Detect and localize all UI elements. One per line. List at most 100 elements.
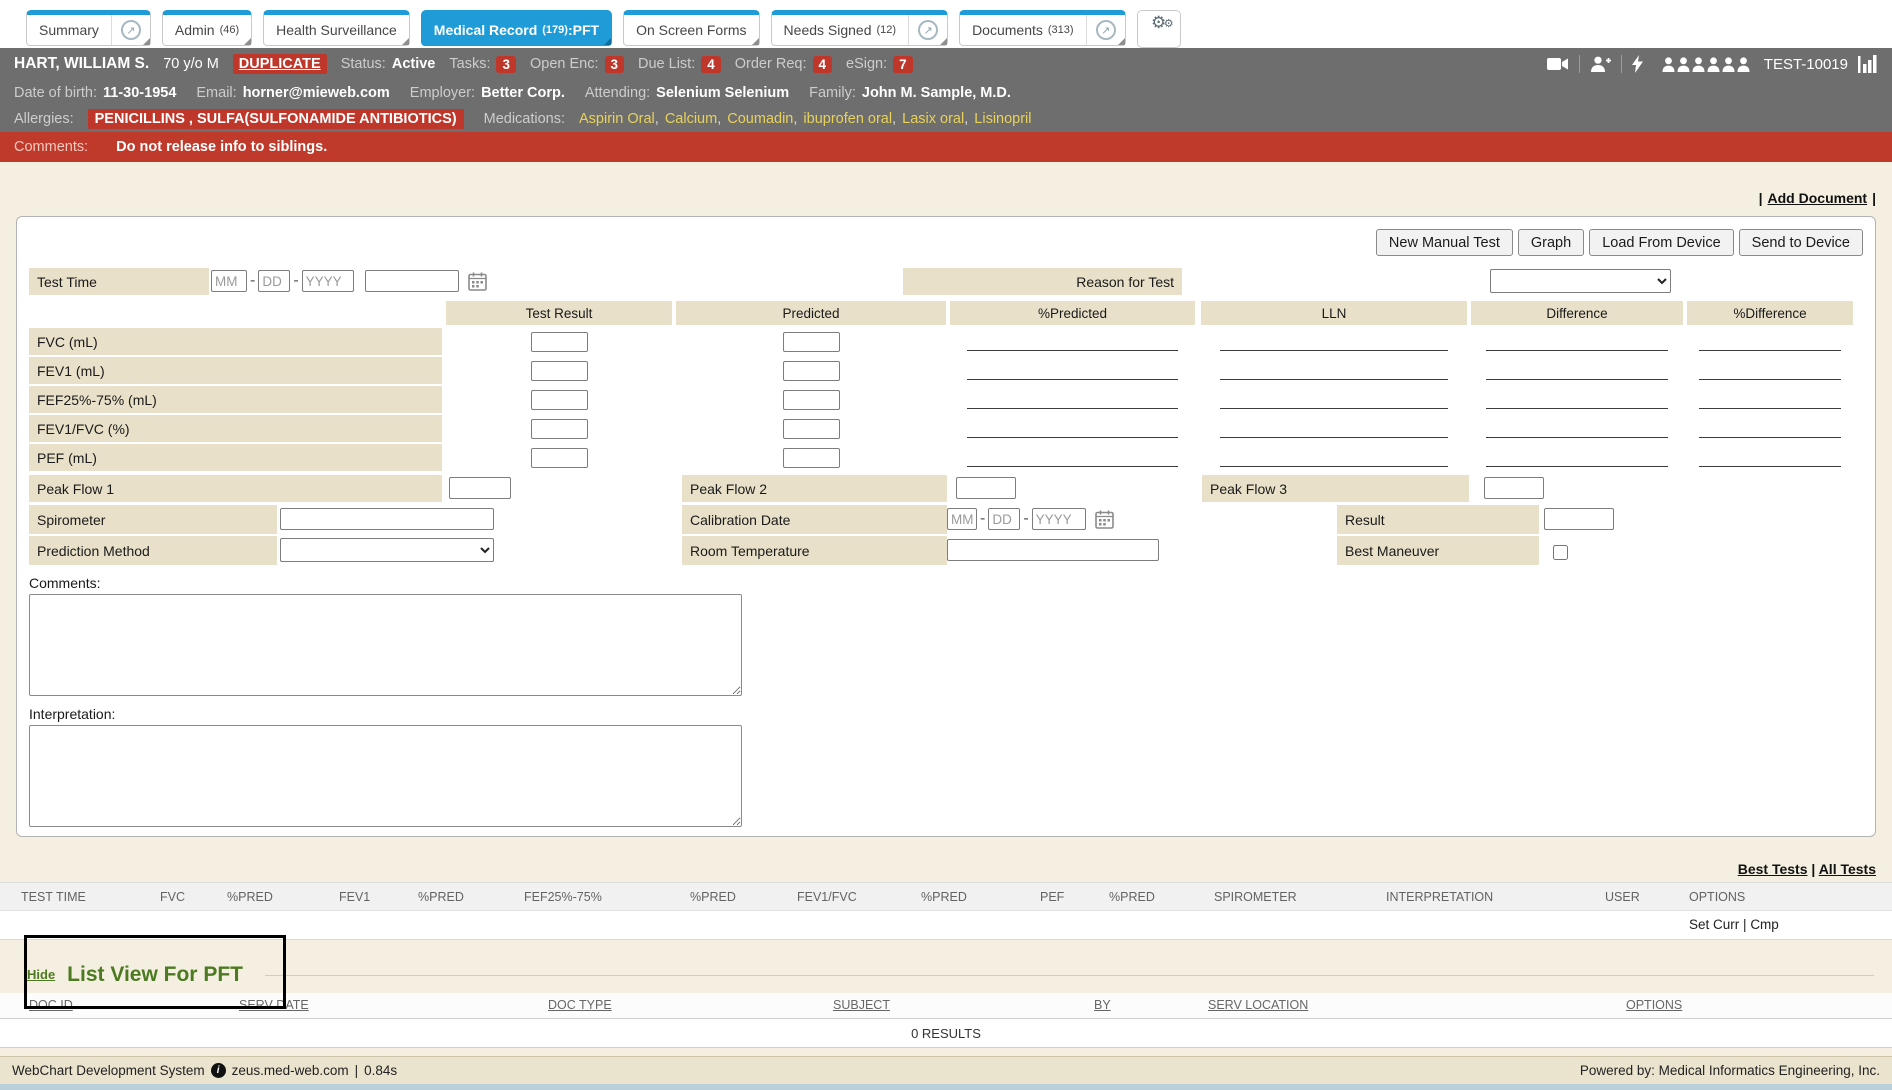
- col-subject[interactable]: SUBJECT: [833, 998, 890, 1012]
- best-tests-link[interactable]: Best Tests: [1738, 861, 1808, 877]
- col-doc-type[interactable]: DOC TYPE: [548, 998, 612, 1012]
- pef-predicted-input[interactable]: [783, 448, 840, 468]
- open-enc-count-badge[interactable]: 3: [605, 56, 625, 73]
- interpretation-textarea[interactable]: [29, 725, 742, 827]
- test-time-month-input[interactable]: [211, 270, 247, 292]
- fef-test-result-input[interactable]: [531, 390, 588, 410]
- order-req-count-badge[interactable]: 4: [813, 56, 833, 73]
- fev1-fvc-percent-difference-value: [1699, 419, 1842, 438]
- best-maneuver-label: Best Maneuver: [1337, 536, 1539, 565]
- cmp-link[interactable]: Cmp: [1750, 917, 1779, 932]
- result-input[interactable]: [1544, 508, 1614, 530]
- calibration-year-input[interactable]: [1032, 508, 1086, 530]
- calendar-icon[interactable]: [1095, 510, 1114, 529]
- pef-test-result-input[interactable]: [531, 448, 588, 468]
- calibration-day-input[interactable]: [988, 508, 1020, 530]
- due-list-count-badge[interactable]: 4: [701, 56, 721, 73]
- user-icon: [1737, 57, 1750, 72]
- col-serv-date[interactable]: SERV DATE: [239, 998, 309, 1012]
- summary-popout-button[interactable]: ↗: [111, 15, 150, 45]
- send-to-device-button[interactable]: Send to Device: [1739, 229, 1863, 256]
- medication-link[interactable]: Lisinopril: [974, 111, 1031, 127]
- tab-on-screen-forms[interactable]: On Screen Forms: [623, 10, 759, 46]
- fvc-test-result-input[interactable]: [531, 332, 588, 352]
- fev1-test-result-input[interactable]: [531, 361, 588, 381]
- col-pef: PEF: [1040, 890, 1064, 904]
- duplicate-badge[interactable]: DUPLICATE: [233, 54, 327, 74]
- fev1-fvc-predicted-input[interactable]: [783, 419, 840, 439]
- tab-admin[interactable]: Admin (46): [162, 10, 252, 46]
- info-icon[interactable]: i: [211, 1063, 226, 1078]
- room-temperature-label: Room Temperature: [682, 536, 947, 565]
- needs-signed-popout-button[interactable]: ↗: [908, 15, 947, 45]
- popout-icon: ↗: [121, 20, 141, 40]
- fef-predicted-input[interactable]: [783, 390, 840, 410]
- calibration-month-input[interactable]: [947, 508, 977, 530]
- peak-flow-1-input[interactable]: [449, 477, 511, 499]
- calendar-icon[interactable]: [468, 272, 487, 291]
- settings-gear-button[interactable]: ⚙ ⚙: [1137, 10, 1181, 48]
- column-header: %Predicted: [950, 301, 1195, 325]
- spirometer-row: Spirometer Calibration Date - - Result: [29, 505, 1863, 534]
- column-header: Difference: [1471, 301, 1683, 325]
- medication-link[interactable]: Lasix oral: [902, 111, 964, 127]
- tab-count: (46): [220, 24, 240, 36]
- esign-count-badge[interactable]: 7: [893, 56, 913, 73]
- col-doc-options[interactable]: OPTIONS: [1626, 998, 1682, 1012]
- col-fev1-fvc: FEV1/FVC: [797, 890, 857, 904]
- documents-popout-button[interactable]: ↗: [1086, 15, 1125, 45]
- dob-label: Date of birth:: [14, 85, 97, 101]
- add-document-link[interactable]: Add Document: [1768, 190, 1868, 206]
- peak-flow-2-input[interactable]: [956, 477, 1016, 499]
- bar-chart-icon[interactable]: [1858, 55, 1878, 73]
- new-manual-test-button[interactable]: New Manual Test: [1376, 229, 1513, 256]
- active-users-icons[interactable]: [1662, 57, 1750, 72]
- fev1-predicted-input[interactable]: [783, 361, 840, 381]
- load-from-device-button[interactable]: Load From Device: [1589, 229, 1733, 256]
- fev1-fvc-test-result-input[interactable]: [531, 419, 588, 439]
- test-time-time-input[interactable]: [365, 270, 459, 292]
- best-maneuver-checkbox[interactable]: [1553, 545, 1568, 560]
- set-curr-link[interactable]: Set Curr: [1689, 917, 1739, 932]
- tab-documents[interactable]: Documents (313) ↗: [959, 10, 1126, 46]
- test-time-day-input[interactable]: [258, 270, 290, 292]
- tab-health-surveillance[interactable]: Health Surveillance: [263, 10, 410, 46]
- video-camera-icon[interactable]: [1547, 57, 1569, 71]
- comments-text: Do not release info to siblings.: [116, 139, 327, 155]
- col-by[interactable]: BY: [1094, 998, 1111, 1012]
- col-doc-id[interactable]: DOC ID: [29, 998, 73, 1012]
- lightning-bolt-icon[interactable]: [1632, 55, 1644, 73]
- allergies-badge[interactable]: PENICILLINS , SULFA(SULFONAMIDE ANTIBIOT…: [88, 109, 464, 129]
- pft-toolbar: New Manual Test Graph Load From Device S…: [29, 229, 1863, 256]
- measurement-column-headers: Test Result Predicted %Predicted LLN Dif…: [29, 301, 1863, 325]
- col-fvc: FVC: [160, 890, 185, 904]
- peak-flow-3-input[interactable]: [1484, 477, 1544, 499]
- room-temperature-input[interactable]: [947, 539, 1159, 561]
- hide-list-view-link[interactable]: Hide: [27, 967, 55, 982]
- medication-link[interactable]: ibuprofen oral: [803, 111, 892, 127]
- prediction-method-select[interactable]: [280, 538, 494, 562]
- test-time-date-group: - -: [211, 270, 487, 292]
- reason-for-test-select[interactable]: [1490, 269, 1671, 293]
- test-time-year-input[interactable]: [302, 270, 354, 292]
- medication-link[interactable]: Aspirin Oral: [579, 111, 655, 127]
- tasks-count-badge[interactable]: 3: [496, 56, 516, 73]
- column-header: %Difference: [1687, 301, 1853, 325]
- tab-medical-record[interactable]: Medical Record (179) :PFT: [421, 10, 612, 46]
- spirometer-input[interactable]: [280, 508, 494, 530]
- form-comments-textarea[interactable]: [29, 594, 742, 696]
- pef-percent-difference-value: [1699, 448, 1842, 467]
- dob-value: 11-30-1954: [103, 85, 176, 101]
- tab-summary[interactable]: Summary ↗: [26, 10, 151, 46]
- medication-link[interactable]: Calcium: [665, 111, 717, 127]
- graph-button[interactable]: Graph: [1518, 229, 1584, 256]
- email-value[interactable]: horner@mieweb.com: [243, 85, 390, 101]
- fvc-predicted-input[interactable]: [783, 332, 840, 352]
- col-serv-location[interactable]: SERV LOCATION: [1208, 998, 1308, 1012]
- all-tests-link[interactable]: All Tests: [1819, 861, 1876, 877]
- medication-link[interactable]: Coumadin: [727, 111, 793, 127]
- tab-bar: Summary ↗ Admin (46) Health Surveillance…: [0, 0, 1892, 48]
- tab-count: (179): [542, 24, 568, 36]
- add-user-icon[interactable]: [1590, 56, 1611, 72]
- tab-needs-signed[interactable]: Needs Signed (12) ↗: [771, 10, 949, 46]
